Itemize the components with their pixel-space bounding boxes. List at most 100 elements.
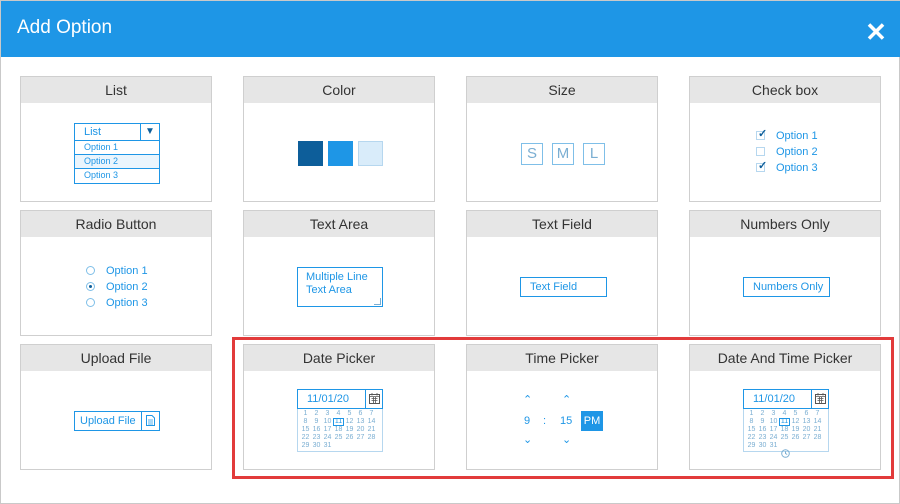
- calendar-day[interactable]: 16: [757, 426, 768, 434]
- calendar-day[interactable]: 31: [768, 442, 779, 450]
- card-textfield[interactable]: Text Field Text Field: [466, 210, 658, 336]
- calendar-day[interactable]: 25: [779, 434, 790, 442]
- datetime-input[interactable]: 11/01/20: [743, 389, 829, 409]
- calendar-day[interactable]: 8: [300, 418, 311, 426]
- calendar-day[interactable]: 18: [779, 426, 790, 434]
- radio[interactable]: [86, 298, 95, 307]
- calendar-day[interactable]: 5: [344, 410, 355, 418]
- dropdown-option[interactable]: Option 1: [75, 141, 159, 155]
- size-l[interactable]: L: [583, 143, 605, 165]
- hour-down-icon[interactable]: ⌄: [523, 433, 532, 446]
- calendar-day[interactable]: 5: [790, 410, 801, 418]
- calendar-day[interactable]: 1: [746, 410, 757, 418]
- calendar-day[interactable]: 31: [322, 442, 333, 450]
- calendar-day[interactable]: 17: [322, 426, 333, 434]
- calendar-day[interactable]: 4: [779, 410, 790, 418]
- dropdown-option[interactable]: Option 3: [75, 169, 159, 183]
- calendar-day[interactable]: 17: [768, 426, 779, 434]
- calendar-day[interactable]: 27: [801, 434, 812, 442]
- calendar-day[interactable]: 8: [746, 418, 757, 426]
- color-swatch-dark[interactable]: [298, 141, 323, 166]
- radio[interactable]: [86, 282, 95, 291]
- calendar-day[interactable]: 16: [311, 426, 322, 434]
- calendar-day[interactable]: 15: [746, 426, 757, 434]
- chevron-down-icon[interactable]: ▼: [140, 124, 159, 140]
- calendar-day[interactable]: 20: [801, 426, 812, 434]
- calendar-day[interactable]: 3: [768, 410, 779, 418]
- calendar-day[interactable]: 18: [333, 426, 344, 434]
- card-date-time-picker[interactable]: Date And Time Picker 11/01/20 1234567891…: [689, 344, 881, 470]
- calendar-day[interactable]: 19: [344, 426, 355, 434]
- checkbox[interactable]: [756, 147, 765, 156]
- calendar-day[interactable]: 27: [355, 434, 366, 442]
- color-swatch-light[interactable]: [358, 141, 383, 166]
- calendar-day[interactable]: 11: [333, 418, 344, 426]
- calendar-day[interactable]: 29: [300, 442, 311, 450]
- radio[interactable]: [86, 266, 95, 275]
- calendar-day[interactable]: 7: [812, 410, 823, 418]
- dropdown-option[interactable]: Option 2: [75, 155, 159, 169]
- color-swatch-medium[interactable]: [328, 141, 353, 166]
- calendar-day[interactable]: 26: [790, 434, 801, 442]
- close-icon[interactable]: ✕: [863, 19, 889, 45]
- calendar-day[interactable]: 29: [746, 442, 757, 450]
- calendar-day[interactable]: 10: [768, 418, 779, 426]
- calendar-day[interactable]: 2: [311, 410, 322, 418]
- calendar-icon[interactable]: [365, 390, 382, 408]
- calendar-day[interactable]: 21: [812, 426, 823, 434]
- calendar-day[interactable]: 23: [311, 434, 322, 442]
- card-list[interactable]: List List ▼ Option 1 Option 2 Option 3: [20, 76, 212, 202]
- list-dropdown[interactable]: List ▼: [74, 123, 160, 141]
- period-toggle[interactable]: PM: [581, 411, 603, 431]
- calendar-day[interactable]: 26: [344, 434, 355, 442]
- calendar-day[interactable]: 22: [300, 434, 311, 442]
- calendar-day[interactable]: 12: [344, 418, 355, 426]
- calendar-day[interactable]: 24: [322, 434, 333, 442]
- calendar-day[interactable]: 1: [300, 410, 311, 418]
- calendar-day[interactable]: 9: [757, 418, 768, 426]
- calendar-day[interactable]: 13: [801, 418, 812, 426]
- calendar-day[interactable]: 11: [779, 418, 790, 426]
- textarea[interactable]: Multiple Line Text Area: [297, 267, 383, 307]
- card-time-picker[interactable]: Time Picker ⌃ ⌃ 9 : 15 PM ⌄ ⌄: [466, 344, 658, 470]
- minute-down-icon[interactable]: ⌄: [562, 433, 571, 446]
- upload-button[interactable]: Upload File: [74, 411, 160, 431]
- calendar-day[interactable]: 14: [812, 418, 823, 426]
- card-upload-file[interactable]: Upload File Upload File: [20, 344, 212, 470]
- calendar-day[interactable]: 10: [322, 418, 333, 426]
- card-color[interactable]: Color: [243, 76, 435, 202]
- hour-up-icon[interactable]: ⌃: [523, 393, 532, 406]
- clock-icon[interactable]: [781, 449, 790, 460]
- checkbox[interactable]: ✓: [756, 128, 767, 140]
- date-input[interactable]: 11/01/20: [297, 389, 383, 409]
- calendar-day[interactable]: 19: [790, 426, 801, 434]
- calendar-day[interactable]: 6: [801, 410, 812, 418]
- calendar-day[interactable]: 30: [757, 442, 768, 450]
- calendar-day[interactable]: 3: [322, 410, 333, 418]
- card-radio[interactable]: Radio Button Option 1 Option 2 Option 3: [20, 210, 212, 336]
- card-checkbox[interactable]: Check box ✓ Option 1 Option 2 ✓ Option 3: [689, 76, 881, 202]
- calendar-day[interactable]: 13: [355, 418, 366, 426]
- calendar-day[interactable]: 14: [366, 418, 377, 426]
- numbers-field[interactable]: Numbers Only: [743, 277, 830, 297]
- calendar-day[interactable]: 24: [768, 434, 779, 442]
- card-date-picker[interactable]: Date Picker 11/01/20 1 2 3 4 5 6 7 8 9 10 11 12 13 14…: [243, 344, 435, 470]
- calendar-day[interactable]: 2: [757, 410, 768, 418]
- calendar-day[interactable]: 9: [311, 418, 322, 426]
- card-textarea[interactable]: Text Area Multiple Line Text Area: [243, 210, 435, 336]
- card-numbers-only[interactable]: Numbers Only Numbers Only: [689, 210, 881, 336]
- minute-up-icon[interactable]: ⌃: [562, 393, 571, 406]
- hour-value[interactable]: 9: [524, 415, 530, 427]
- calendar-day[interactable]: 21: [366, 426, 377, 434]
- calendar-day[interactable]: 22: [746, 434, 757, 442]
- calendar-day[interactable]: 28: [812, 434, 823, 442]
- calendar-day[interactable]: 25: [333, 434, 344, 442]
- calendar-day[interactable]: 28: [366, 434, 377, 442]
- checkbox[interactable]: ✓: [756, 160, 767, 172]
- calendar-day[interactable]: 30: [311, 442, 322, 450]
- calendar-icon[interactable]: [811, 390, 828, 408]
- minute-value[interactable]: 15: [560, 415, 572, 427]
- calendar-day[interactable]: 7: [366, 410, 377, 418]
- calendar-day[interactable]: 6: [355, 410, 366, 418]
- calendar-day[interactable]: 15: [300, 426, 311, 434]
